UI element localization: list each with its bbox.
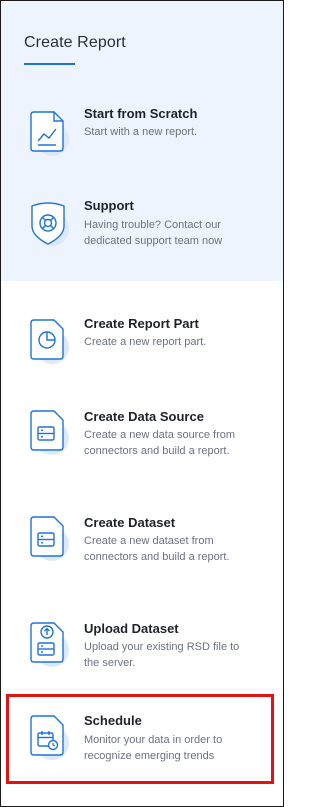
upload-doc-icon [25,619,71,669]
item-desc: Create a new data source from connectors… [84,429,236,457]
item-title: Support [84,198,134,213]
panel-title: Create Report [24,34,126,51]
item-title: Create Report Part [84,316,199,331]
upload-dataset-option[interactable]: Upload Dataset Upload your existing RSD … [1,611,283,683]
item-title: Create Data Source [84,409,204,424]
dataset-doc-icon [25,513,71,563]
title-underline [24,63,75,65]
item-title: Start from Scratch [84,106,198,121]
start-from-scratch-option[interactable]: Start from Scratch Start with a new repo… [1,96,283,166]
support-option[interactable]: Support Having trouble? Contact our dedi… [1,188,283,268]
chart-doc-icon [25,108,71,158]
create-report-part-option[interactable]: Create Report Part Create a new report p… [1,306,283,376]
pie-chart-doc-icon [25,316,71,366]
item-desc: Upload your existing RSD file to the ser… [84,641,240,669]
item-desc: Start with a new report. [84,126,198,138]
item-title: Upload Dataset [84,621,179,636]
schedule-highlight-box [6,694,274,784]
create-report-panel: Create Report Start from Scratch Start w… [0,0,284,807]
item-desc: Having trouble? Contact our dedicated su… [84,219,223,247]
item-desc: Create a new report part. [84,336,207,348]
create-dataset-option[interactable]: Create Dataset Create a new dataset from… [1,505,283,590]
item-desc: Create a new dataset from connectors and… [84,535,230,563]
lifebuoy-shield-icon [25,198,71,248]
item-title: Create Dataset [84,515,176,530]
data-source-doc-icon [25,407,71,457]
create-data-source-option[interactable]: Create Data Source Create a new data sou… [1,399,283,484]
